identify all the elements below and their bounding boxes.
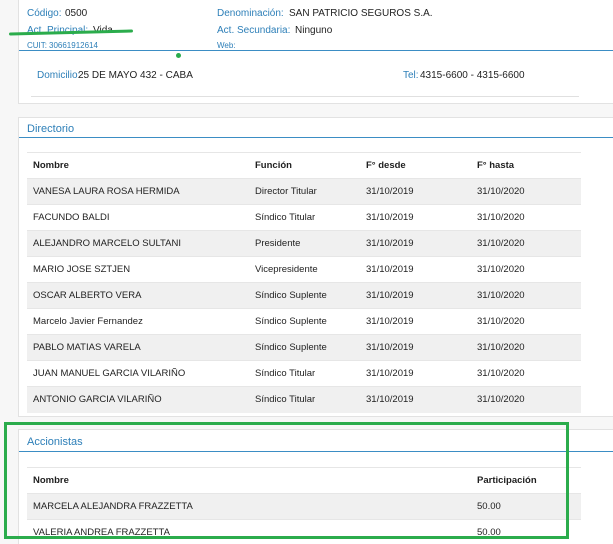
column-header-nombre[interactable]: Nombre xyxy=(27,152,249,179)
director-to: 31/10/2020 xyxy=(471,334,581,361)
table-row: FACUNDO BALDI Síndico Titular 31/10/2019… xyxy=(27,204,581,231)
director-role: Presidente xyxy=(249,230,360,257)
director-name: PABLO MATIAS VARELA xyxy=(27,334,249,361)
highlight-box xyxy=(4,422,569,539)
director-to: 31/10/2020 xyxy=(471,178,581,205)
cuit-value: 30661912614 xyxy=(49,41,98,50)
table-row: JUAN MANUEL GARCIA VILARIÑO Síndico Titu… xyxy=(27,360,581,387)
director-role: Síndico Suplente xyxy=(249,282,360,309)
act-secundaria-value: Ninguno xyxy=(295,25,333,36)
table-row: Marcelo Javier Fernandez Síndico Suplent… xyxy=(27,308,581,335)
cuit-label: CUIT: xyxy=(27,41,47,50)
domicilio-value: 25 DE MAYO 432 - CABA xyxy=(78,70,193,81)
column-header-funcion[interactable]: Función xyxy=(249,152,360,179)
director-to: 31/10/2020 xyxy=(471,204,581,231)
director-name: JUAN MANUEL GARCIA VILARIÑO xyxy=(27,360,249,387)
director-to: 31/10/2020 xyxy=(471,308,581,335)
act-secundaria-label: Act. Secundaria: xyxy=(217,25,291,36)
company-info-card: Código: 0500 Denominación: SAN PATRICIO … xyxy=(18,0,613,104)
web-label: Web: xyxy=(217,41,236,50)
director-from: 31/10/2019 xyxy=(360,256,471,283)
column-header-hasta[interactable]: F° hasta xyxy=(471,152,581,179)
tel-value: 4315-6600 - 4315-6600 xyxy=(420,70,525,81)
domicilio-label: Domicilio: xyxy=(37,70,81,81)
table-row: ALEJANDRO MARCELO SULTANI Presidente 31/… xyxy=(27,230,581,257)
highlight-dot xyxy=(176,53,181,58)
director-role: Síndico Titular xyxy=(249,386,360,413)
denominacion-label: Denominación: xyxy=(217,8,284,19)
director-name: Marcelo Javier Fernandez xyxy=(27,308,249,335)
column-header-desde[interactable]: F° desde xyxy=(360,152,471,179)
table-row: ANTONIO GARCIA VILARIÑO Síndico Titular … xyxy=(27,386,581,413)
director-name: VANESA LAURA ROSA HERMIDA xyxy=(27,178,249,205)
directorio-panel: Directorio Nombre Función F° desde F° ha… xyxy=(18,117,613,417)
director-name: ANTONIO GARCIA VILARIÑO xyxy=(27,386,249,413)
director-name: OSCAR ALBERTO VERA xyxy=(27,282,249,309)
director-name: MARIO JOSE SZTJEN xyxy=(27,256,249,283)
director-from: 31/10/2019 xyxy=(360,308,471,335)
denominacion-value: SAN PATRICIO SEGUROS S.A. xyxy=(289,8,433,19)
director-from: 31/10/2019 xyxy=(360,204,471,231)
director-from: 31/10/2019 xyxy=(360,178,471,205)
director-name: FACUNDO BALDI xyxy=(27,204,249,231)
directorio-title: Directorio xyxy=(27,123,75,135)
codigo-value: 0500 xyxy=(65,8,88,19)
director-to: 31/10/2020 xyxy=(471,230,581,257)
tel-label: Tel: xyxy=(403,70,419,81)
director-role: Vicepresidente xyxy=(249,256,360,283)
director-from: 31/10/2019 xyxy=(360,386,471,413)
codigo-label: Código: xyxy=(27,8,62,19)
director-from: 31/10/2019 xyxy=(360,230,471,257)
director-role: Síndico Suplente xyxy=(249,308,360,335)
table-row: PABLO MATIAS VARELA Síndico Suplente 31/… xyxy=(27,334,581,361)
directorio-header-row: Nombre Función F° desde F° hasta xyxy=(27,152,581,179)
director-from: 31/10/2019 xyxy=(360,360,471,387)
director-role: Síndico Titular xyxy=(249,360,360,387)
director-name: ALEJANDRO MARCELO SULTANI xyxy=(27,230,249,257)
director-from: 31/10/2019 xyxy=(360,334,471,361)
table-row: VANESA LAURA ROSA HERMIDA Director Titul… xyxy=(27,178,581,205)
directorio-table: Nombre Función F° desde F° hasta VANESA … xyxy=(27,152,581,413)
table-row: MARIO JOSE SZTJEN Vicepresidente 31/10/2… xyxy=(27,256,581,283)
director-role: Síndico Titular xyxy=(249,204,360,231)
directorio-divider xyxy=(19,137,613,138)
director-to: 31/10/2020 xyxy=(471,360,581,387)
director-from: 31/10/2019 xyxy=(360,282,471,309)
director-to: 31/10/2020 xyxy=(471,282,581,309)
director-role: Síndico Suplente xyxy=(249,334,360,361)
table-row: OSCAR ALBERTO VERA Síndico Suplente 31/1… xyxy=(27,282,581,309)
director-role: Director Titular xyxy=(249,178,360,205)
info-divider xyxy=(19,50,613,51)
director-to: 31/10/2020 xyxy=(471,256,581,283)
director-to: 31/10/2020 xyxy=(471,386,581,413)
address-row: Domicilio: 25 DE MAYO 432 - CABA Tel: 43… xyxy=(31,55,579,97)
